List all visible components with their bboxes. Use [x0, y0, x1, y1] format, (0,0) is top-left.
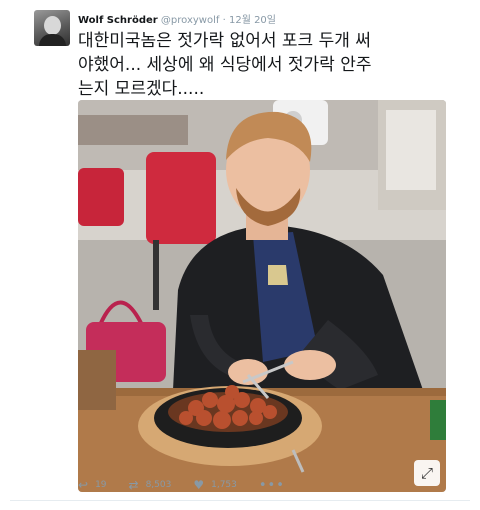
tweet-text-line: 는지 모르겠다.....: [78, 79, 205, 99]
retweet-button[interactable]: ⇄ 8,503: [129, 478, 172, 492]
more-button[interactable]: •••: [259, 478, 285, 493]
avatar[interactable]: [34, 10, 70, 46]
tweet-header: Wolf Schröder @proxywolf · 12월 20일: [78, 11, 276, 26]
like-button[interactable]: ♥ 1,753: [193, 478, 237, 492]
bottom-divider: [10, 500, 470, 501]
tweet-text: 대한미국놈은 젓가락 없어서 포크 두개 써 야했어... 세상에 왜 식당에서…: [78, 29, 448, 101]
reply-count: 19: [95, 480, 107, 490]
photo-illustration: [78, 100, 446, 492]
avatar-head: [44, 16, 61, 35]
reply-icon: ↩: [78, 478, 89, 492]
tweet-text-line: 야했어... 세상에 왜 식당에서 젓가락 안주: [78, 55, 372, 75]
separator-dot: ·: [222, 15, 226, 26]
reply-button[interactable]: ↩ 19: [78, 478, 107, 492]
heart-icon: ♥: [193, 478, 205, 492]
avatar-body: [39, 34, 66, 46]
display-name[interactable]: Wolf Schröder: [78, 15, 158, 26]
tweet-text-line: 대한미국놈은 젓가락 없어서 포크 두개 써: [78, 31, 371, 51]
more-icon: •••: [258, 477, 285, 493]
retweet-count: 8,503: [145, 480, 172, 490]
tweet-date[interactable]: 12월 20일: [229, 15, 276, 26]
retweet-icon: ⇄: [128, 478, 139, 492]
tweet-photo[interactable]: ⤢: [78, 100, 446, 492]
tweet-actions: ↩ 19 ⇄ 8,503 ♥ 1,753 •••: [78, 475, 307, 495]
user-handle[interactable]: @proxywolf: [161, 15, 219, 26]
like-count: 1,753: [211, 480, 237, 490]
expand-icon[interactable]: ⤢: [414, 460, 440, 486]
